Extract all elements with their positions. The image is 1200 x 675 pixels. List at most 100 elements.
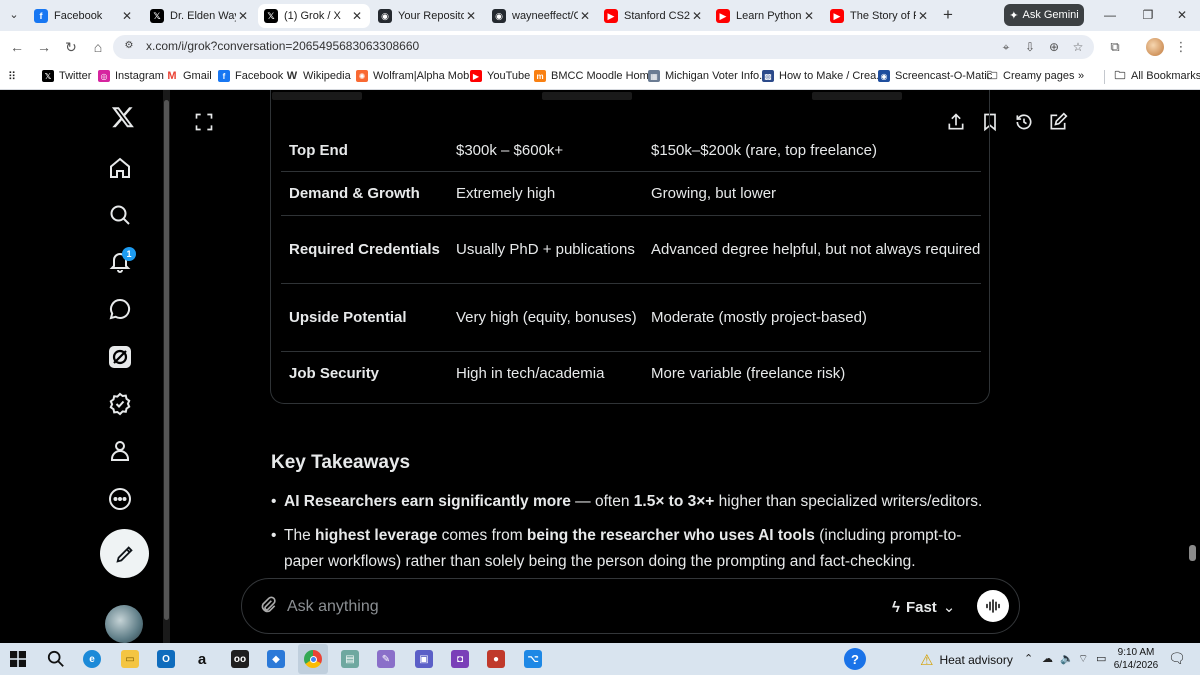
close-tab-icon[interactable]: ✕	[690, 9, 704, 23]
sidebar-scrollbar[interactable]	[163, 90, 170, 643]
apps-grid-icon[interactable]: ⠿	[8, 67, 16, 85]
voice-mode-button[interactable]	[977, 590, 1009, 622]
browser-tab[interactable]: 𝕏 Dr. Elden Wayne✕	[144, 4, 256, 28]
screen-recorder-icon[interactable]: ◘	[448, 647, 472, 671]
main-scrollbar-thumb[interactable]	[1189, 545, 1196, 561]
game-app-icon[interactable]: ●	[484, 647, 508, 671]
bookmark-item[interactable]: ▦ Michigan Voter Info...	[648, 67, 768, 85]
browser-tab[interactable]: ◉ Your Repository✕	[372, 4, 484, 28]
browser-tab[interactable]: ◉ wayneeffect/C ✕	[486, 4, 598, 28]
location-icon[interactable]: ⌖	[998, 39, 1014, 55]
browser-tab[interactable]: f Facebook ✕	[28, 4, 140, 28]
grok-icon[interactable]	[108, 345, 132, 369]
edge-icon[interactable]: e	[80, 647, 104, 671]
bookmark-item[interactable]: 🗀 Creamy pages	[986, 67, 1075, 85]
search-icon[interactable]	[44, 647, 68, 671]
home-icon[interactable]: ⌂	[89, 38, 107, 56]
site-info-icon[interactable]: ⚙	[121, 40, 137, 54]
volume-icon[interactable]: 🔈	[1060, 652, 1074, 665]
tripadvisor-icon[interactable]: oo	[228, 647, 252, 671]
outlook-icon[interactable]: O	[154, 647, 178, 671]
onedrive-icon[interactable]: ☁	[1042, 652, 1053, 665]
bookmark-item[interactable]: ▩ How to Make / Crea...	[762, 67, 885, 85]
table-row: Demand & Growth Extremely high Growing, …	[281, 172, 981, 216]
x-logo-icon[interactable]	[111, 105, 137, 131]
file-explorer-icon[interactable]: ▭	[118, 647, 142, 671]
close-tab-icon[interactable]: ✕	[916, 9, 930, 23]
paint-app-icon[interactable]: ✎	[374, 647, 398, 671]
install-app-icon[interactable]: ⇩	[1022, 39, 1038, 55]
row-label: Job Security	[289, 365, 380, 382]
close-tab-icon[interactable]: ✕	[120, 9, 134, 23]
account-avatar[interactable]	[105, 605, 143, 643]
bookmark-star-icon[interactable]: ☆	[1070, 39, 1086, 55]
photos-icon[interactable]: ◆	[264, 647, 288, 671]
chrome-icon[interactable]	[301, 647, 325, 671]
minimize-icon[interactable]: —	[1100, 6, 1120, 24]
amazon-icon[interactable]: a	[190, 647, 214, 671]
chevron-down-icon: ⌄	[942, 599, 956, 616]
weather-widget[interactable]: ⚠ Heat advisory	[920, 651, 1013, 669]
extensions-icon[interactable]: ⧉	[1106, 38, 1124, 56]
tab-search-chevron-icon[interactable]: ⌄	[6, 7, 22, 23]
reload-icon[interactable]: ↻	[62, 38, 80, 56]
attach-paperclip-icon[interactable]	[258, 595, 280, 617]
bookmark-item[interactable]: 𝕏 Twitter	[42, 67, 91, 85]
all-bookmarks-button[interactable]: 🗀 All Bookmarks	[1114, 67, 1200, 85]
battery-icon[interactable]: ▭	[1096, 652, 1106, 665]
browser-tab[interactable]: ▶ The Story of Py✕	[824, 4, 936, 28]
main-scrollbar[interactable]	[1186, 90, 1200, 643]
tray-chevron-icon[interactable]: ⌃	[1024, 652, 1033, 665]
bookmark-item[interactable]: W Wikipedia	[286, 67, 351, 85]
bookmark-item[interactable]: ▶ YouTube	[470, 67, 530, 85]
windows-start-icon[interactable]	[6, 647, 30, 671]
wifi-icon[interactable]: ⌔	[1078, 652, 1088, 666]
address-bar[interactable]: ⚙ x.com/i/grok?conversation=206549568306…	[113, 35, 1094, 59]
chrome-menu-icon[interactable]: ⋮	[1172, 38, 1190, 56]
browser-tab[interactable]: ▶ Stanford CS229✕	[598, 4, 710, 28]
more-options-icon[interactable]	[108, 487, 132, 511]
zoom-icon[interactable]: ⊕	[1046, 39, 1062, 55]
bookmark-item[interactable]: f Facebook	[218, 67, 283, 85]
ask-anything-input[interactable]	[287, 595, 847, 619]
media-app-icon[interactable]: ▣	[412, 647, 436, 671]
bookmark-item[interactable]: ✺ Wolfram|Alpha Mob...	[356, 67, 478, 85]
close-tab-icon[interactable]: ✕	[350, 9, 364, 23]
expand-fullscreen-icon[interactable]	[194, 112, 214, 132]
new-tab-button[interactable]: +	[938, 6, 958, 26]
restore-icon[interactable]: ❐	[1138, 6, 1158, 24]
notification-center-icon[interactable]: 🗨	[1168, 650, 1186, 667]
explore-search-icon[interactable]	[108, 203, 132, 227]
bookmark-label: How to Make / Crea...	[779, 70, 886, 82]
browser-tab[interactable]: ▶ Learn Python in✕	[710, 4, 822, 28]
history-icon[interactable]	[1014, 112, 1034, 132]
home-nav-icon[interactable]	[108, 156, 132, 180]
compose-post-button[interactable]	[100, 529, 149, 578]
vscode-icon[interactable]: ⌥	[521, 647, 545, 671]
close-tab-icon[interactable]: ✕	[236, 9, 250, 23]
profile-avatar[interactable]	[1146, 38, 1164, 56]
close-tab-icon[interactable]: ✕	[578, 9, 592, 23]
messages-bubble-icon[interactable]	[108, 297, 132, 321]
sidebar-scrollbar-thumb[interactable]	[164, 100, 169, 620]
verified-badge-icon[interactable]	[108, 392, 132, 416]
bookmark-item[interactable]: M Gmail	[166, 67, 211, 85]
new-chat-edit-icon[interactable]	[1048, 112, 1068, 132]
bookmark-item[interactable]: m BMCC Moodle Hom...	[534, 67, 658, 85]
ask-gemini-button[interactable]: ✦ Ask Gemini	[1004, 4, 1084, 26]
notes-app-icon[interactable]: ▤	[338, 647, 362, 671]
close-tab-icon[interactable]: ✕	[464, 9, 478, 23]
back-icon[interactable]: ←	[8, 38, 26, 56]
profile-person-icon[interactable]	[108, 439, 132, 463]
bookmark-item[interactable]: ◉ Screencast-O-Matic	[878, 67, 992, 85]
close-window-icon[interactable]: ✕	[1172, 6, 1192, 24]
system-clock[interactable]: 9:10 AM 6/14/2026	[1112, 646, 1160, 672]
more-bookmarks-button[interactable]: »	[1078, 67, 1084, 85]
browser-tab[interactable]: 𝕏 (1) Grok / X ✕	[258, 4, 370, 28]
bookmark-item[interactable]: ◎ Instagram	[98, 67, 164, 85]
forward-icon[interactable]: →	[35, 38, 53, 56]
model-mode-selector[interactable]: ϟ Fast ⌄	[892, 595, 955, 619]
close-tab-icon[interactable]: ✕	[802, 9, 816, 23]
url-text[interactable]: x.com/i/grok?conversation=20654956830633…	[146, 39, 419, 53]
help-question-icon[interactable]: ?	[842, 646, 868, 672]
